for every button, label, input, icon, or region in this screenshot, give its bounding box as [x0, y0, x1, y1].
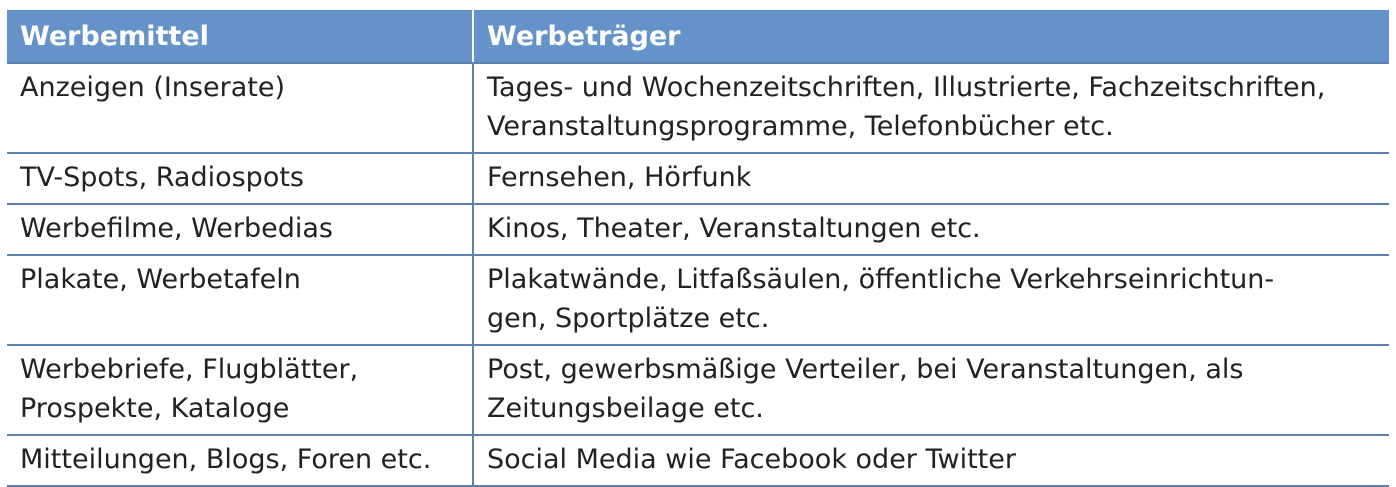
- cell-werbemittel: Plakate, Werbetafeln: [7, 255, 473, 346]
- cell-werbemittel: Mitteilungen, Blogs, Foren etc.: [7, 435, 473, 487]
- cell-text: Plakatwände, Litfaßsäulen, öffentliche V…: [487, 264, 1275, 295]
- cell-werbetraeger: Social Media wie Facebook oder Twitter: [472, 435, 1389, 487]
- cell-werbetraeger: Fernsehen, Hörfunk: [472, 153, 1389, 205]
- cell-werbemittel: Werbefilme, Werbedias: [7, 204, 473, 256]
- table-row: TV-Spots, Radiospots Fernsehen, Hörfunk: [7, 153, 1389, 205]
- table-body: Anzeigen (Inserate) Tages- und Wochenzei…: [7, 63, 1389, 487]
- cell-text: Prospekte, Kataloge: [20, 393, 290, 424]
- cell-text: Plakate, Werbetafeln: [20, 264, 301, 295]
- cell-text: Zeitungsbeilage etc.: [487, 393, 764, 424]
- cell-text: Social Media wie Facebook oder Twitter: [487, 444, 1016, 475]
- cell-text: gen, Sportplätze etc.: [487, 303, 770, 334]
- cell-werbemittel: Anzeigen (Inserate): [7, 63, 473, 154]
- table-row: Plakate, Werbetafeln Plakatwände, Litfaß…: [7, 255, 1389, 346]
- header-werbetraeger: Werbeträger: [472, 10, 1389, 64]
- advertising-table: Werbemittel Werbeträger Anzeigen (Insera…: [7, 10, 1389, 487]
- cell-text: Anzeigen (Inserate): [20, 72, 285, 103]
- cell-text: TV-Spots, Radiospots: [20, 162, 304, 193]
- cell-werbetraeger: Post, gewerbsmäßige Verteiler, bei Veran…: [472, 345, 1389, 436]
- cell-text: Mitteilungen, Blogs, Foren etc.: [20, 444, 432, 475]
- cell-text: Veranstaltungsprogramme, Telefonbücher e…: [487, 111, 1114, 142]
- table-row: Werbebriefe, Flugblätter, Prospekte, Kat…: [7, 345, 1389, 436]
- header-werbemittel: Werbemittel: [7, 10, 473, 64]
- cell-text: Tages- und Wochenzeitschriften, Illustri…: [487, 72, 1326, 103]
- header-row: Werbemittel Werbeträger: [7, 10, 1389, 64]
- table-row: Anzeigen (Inserate) Tages- und Wochenzei…: [7, 63, 1389, 154]
- table-row: Werbefilme, Werbedias Kinos, Theater, Ve…: [7, 204, 1389, 256]
- cell-text: Kinos, Theater, Veranstaltungen etc.: [487, 213, 981, 244]
- table-row: Mitteilungen, Blogs, Foren etc. Social M…: [7, 435, 1389, 487]
- cell-text: Fernsehen, Hörfunk: [487, 162, 752, 193]
- cell-text: Werbebriefe, Flugblätter,: [20, 354, 359, 385]
- cell-text: Werbefilme, Werbedias: [20, 213, 333, 244]
- cell-werbetraeger: Plakatwände, Litfaßsäulen, öffentliche V…: [472, 255, 1389, 346]
- cell-werbetraeger: Tages- und Wochenzeitschriften, Illustri…: [472, 63, 1389, 154]
- cell-werbemittel: TV-Spots, Radiospots: [7, 153, 473, 205]
- cell-werbetraeger: Kinos, Theater, Veranstaltungen etc.: [472, 204, 1389, 256]
- advertising-table-container: Werbemittel Werbeträger Anzeigen (Insera…: [7, 10, 1389, 487]
- cell-text: Post, gewerbsmäßige Verteiler, bei Veran…: [487, 354, 1244, 385]
- cell-werbemittel: Werbebriefe, Flugblätter, Prospekte, Kat…: [7, 345, 473, 436]
- table-header: Werbemittel Werbeträger: [7, 10, 1389, 64]
